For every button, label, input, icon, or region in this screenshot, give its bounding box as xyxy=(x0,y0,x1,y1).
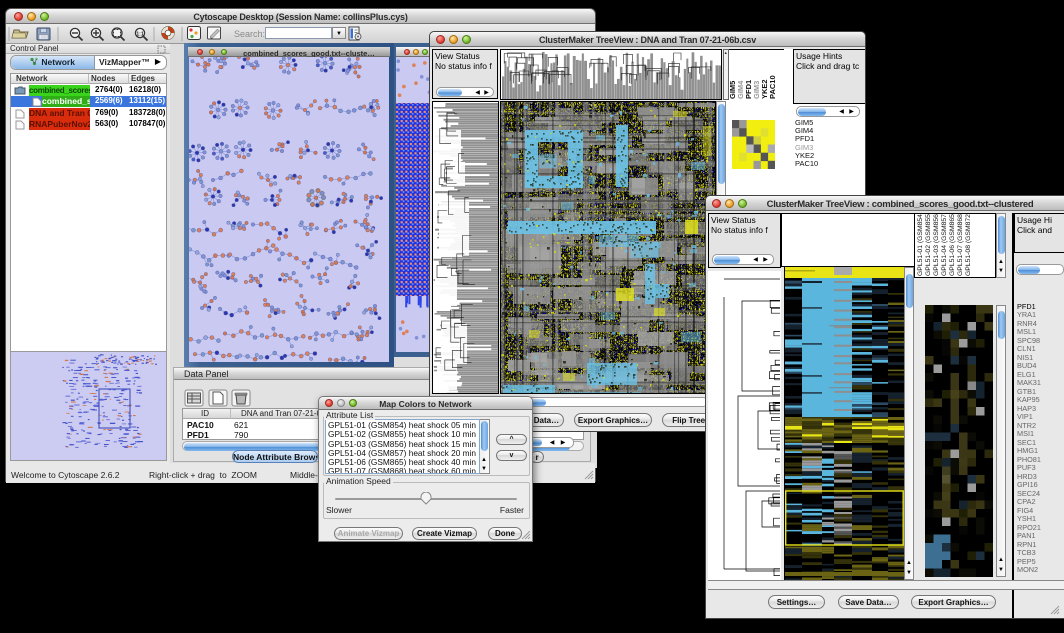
svg-text:1:1: 1:1 xyxy=(136,32,143,38)
svg-text:GPL51-06 (GSM865: GPL51-06 (GSM865 xyxy=(949,214,956,276)
svg-text:GPL51-07 (GSM868: GPL51-07 (GSM868 xyxy=(957,214,964,276)
svg-text:GPL51-02 (GSM855: GPL51-02 (GSM855 xyxy=(925,214,932,276)
svg-text:GPL51-03 (GSM856: GPL51-03 (GSM856 xyxy=(933,214,940,276)
svg-text:GPL51-08 (GSM872: GPL51-08 (GSM872 xyxy=(965,214,972,276)
svg-text:GPL51-04 (GSM857: GPL51-04 (GSM857 xyxy=(941,214,948,276)
svg-text:GPL51-01 (GSM854: GPL51-01 (GSM854 xyxy=(917,214,924,276)
svg-text:PAC10: PAC10 xyxy=(768,75,777,99)
